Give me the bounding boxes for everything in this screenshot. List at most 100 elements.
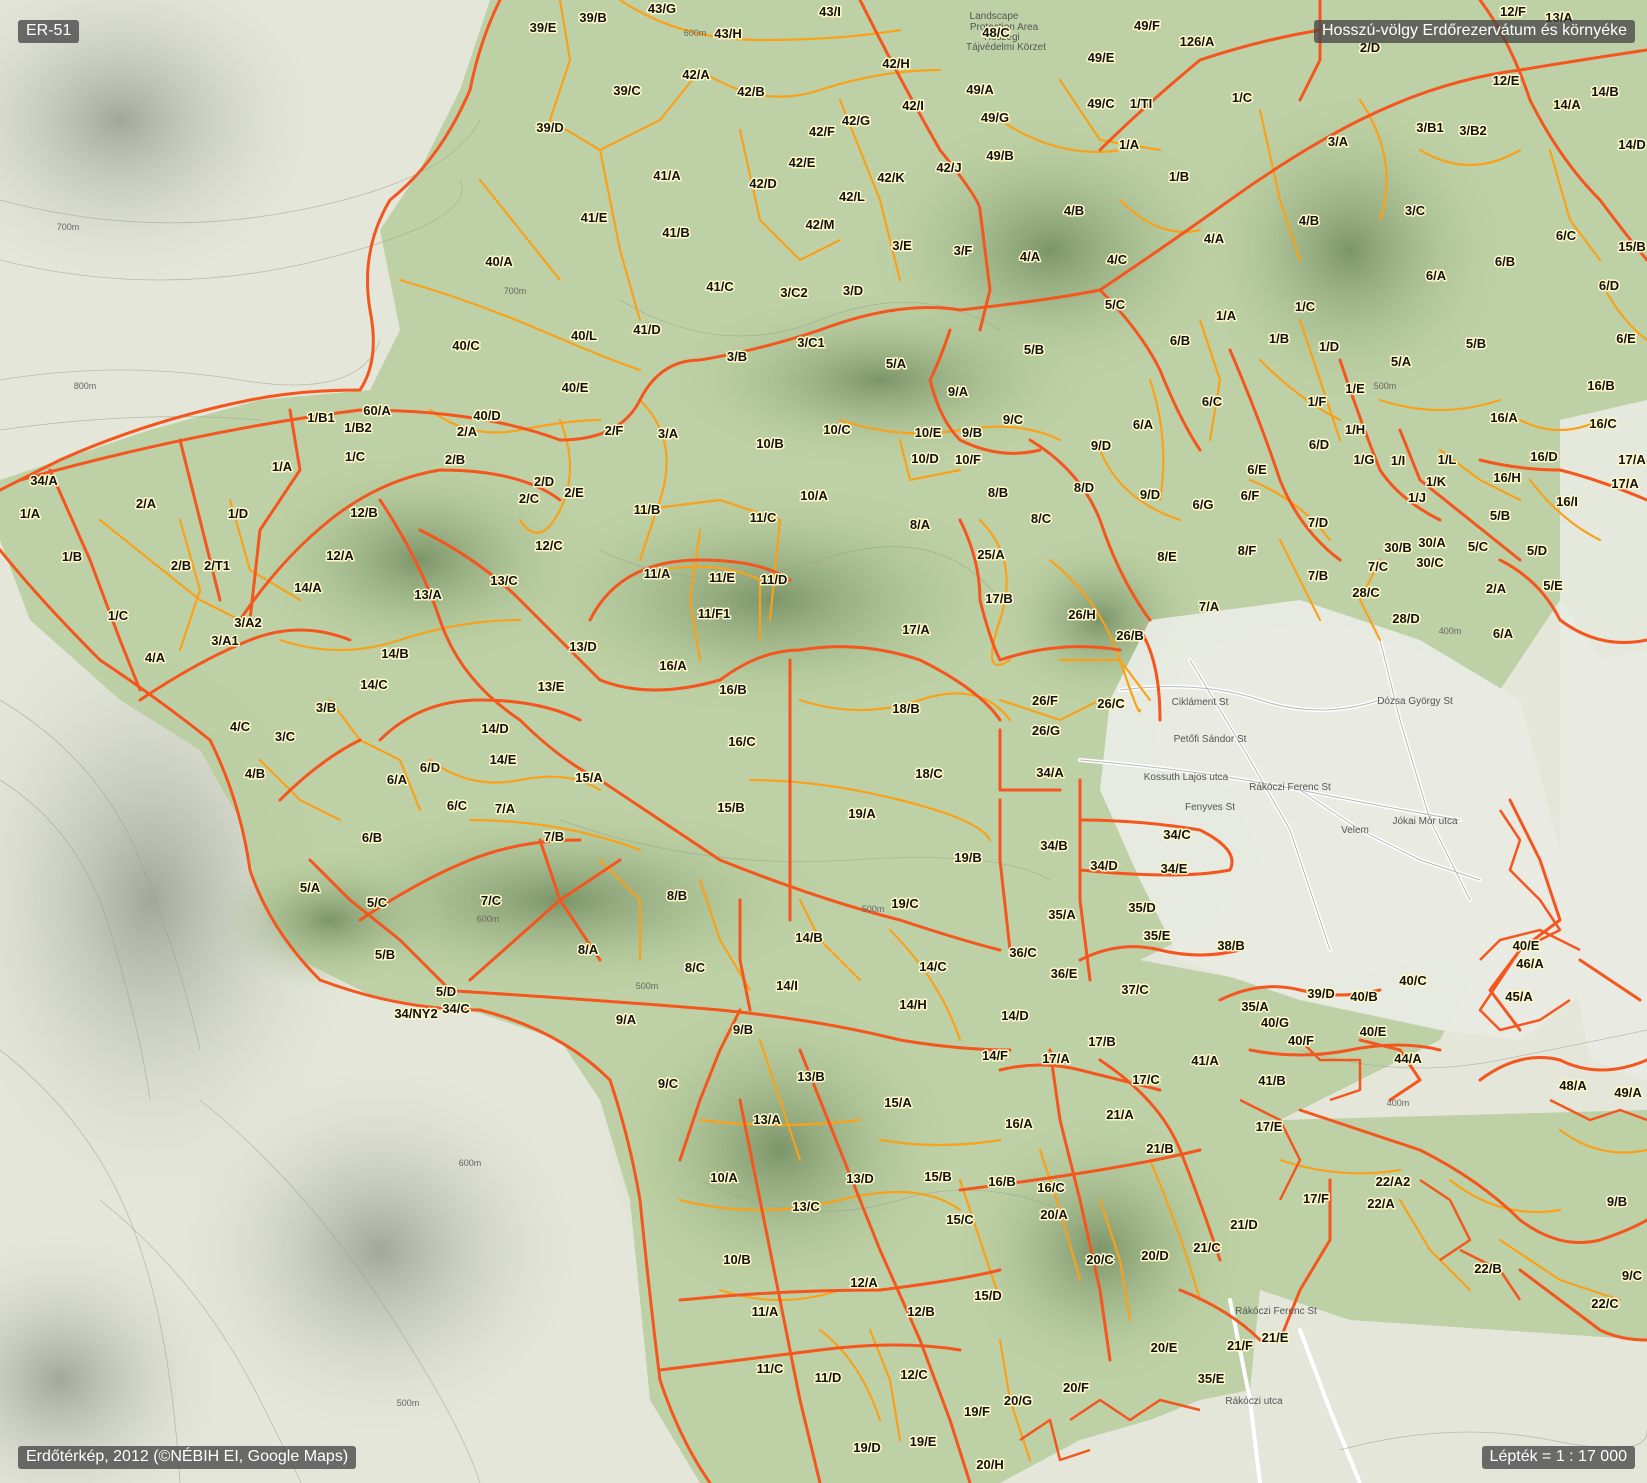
compartment-label[interactable]: 30/C [1415,554,1446,572]
compartment-label[interactable]: 12/B [906,1303,936,1321]
compartment-label[interactable]: 4/B [243,765,266,783]
compartment-label[interactable]: 21/B [1145,1140,1175,1158]
compartment-label[interactable]: 40/A [484,253,515,271]
compartment-label[interactable]: 8/A [908,516,932,534]
compartment-label[interactable]: 10/F [953,451,982,469]
compartment-label[interactable]: 14/C [359,676,390,694]
compartment-label[interactable]: 39/C [612,82,643,100]
compartment-label[interactable]: 26/H [1067,606,1097,624]
compartment-label[interactable]: 40/F [1286,1032,1315,1050]
compartment-label[interactable]: 6/E [1246,461,1269,479]
compartment-label[interactable]: 39/B [578,9,608,27]
compartment-label[interactable]: 16/B [987,1173,1017,1191]
compartment-label[interactable]: 10/D [910,450,940,468]
compartment-label[interactable]: 4/A [143,649,167,667]
compartment-label[interactable]: 6/B [1493,253,1516,271]
compartment-label[interactable]: 7/C [479,892,503,910]
compartment-label[interactable]: 14/B [794,929,824,947]
map-canvas[interactable]: 600m 700m 800m 700m 500m 400m 600m 500m 500m 400m… [0,0,1647,1483]
compartment-label[interactable]: 1/G [1352,451,1376,469]
compartment-label[interactable]: 36/C [1008,944,1039,962]
compartment-label[interactable]: 3/B1 [1415,119,1445,137]
compartment-label[interactable]: 4/C [1105,251,1129,269]
compartment-label[interactable]: 16/C [1036,1179,1067,1197]
compartment-label[interactable]: 40/E [560,379,590,397]
compartment-label[interactable]: 14/B [380,645,410,663]
compartment-label[interactable]: 8/B [986,484,1009,502]
compartment-label[interactable]: 14/D [480,720,510,738]
compartment-label[interactable]: 34/C [1162,826,1193,844]
compartment-label[interactable]: 1/K [1424,473,1448,491]
compartment-label[interactable]: 2/D [532,473,555,491]
compartment-label[interactable]: 5/C [1466,538,1490,556]
compartment-label[interactable]: 14/A [293,579,324,597]
compartment-label[interactable]: 6/A [385,771,409,789]
compartment-label[interactable]: 17/C [1131,1071,1162,1089]
compartment-label[interactable]: 16/A [1489,409,1520,427]
compartment-label[interactable]: 21/D [1229,1216,1259,1234]
compartment-label[interactable]: 3/B2 [1458,122,1488,140]
compartment-label[interactable]: 22/C [1590,1295,1621,1313]
compartment-label[interactable]: 6/D [1307,436,1330,454]
compartment-label[interactable]: 11/D [813,1369,843,1387]
compartment-label[interactable]: 6/G [1191,496,1215,514]
compartment-label[interactable]: 3/A1 [210,632,240,650]
compartment-label[interactable]: 10/A [709,1169,740,1187]
compartment-label[interactable]: 3/D [841,282,864,300]
compartment-label[interactable]: 2/B [169,557,192,575]
compartment-label[interactable]: 16/I [1555,493,1580,511]
compartment-label[interactable]: 1/H [1343,421,1366,439]
compartment-label[interactable]: 9/B [731,1021,754,1039]
compartment-label[interactable]: 35/A [1047,906,1078,924]
compartment-label[interactable]: 7/C [1366,558,1390,576]
compartment-label[interactable]: 26/G [1030,722,1061,740]
compartment-label[interactable]: 1/F [1306,393,1328,411]
compartment-label[interactable]: 11/A [750,1303,780,1321]
compartment-label[interactable]: 126/A [1178,33,1216,51]
compartment-label[interactable]: 19/C [890,895,921,913]
compartment-label[interactable]: 3/B [314,699,337,717]
compartment-label[interactable]: 22/A2 [1374,1173,1412,1191]
compartment-label[interactable]: 3/C [273,728,297,746]
compartment-label[interactable]: 2/B [443,451,466,469]
compartment-label[interactable]: 5/B [1022,341,1045,359]
compartment-label[interactable]: 42/B [736,83,766,101]
compartment-label[interactable]: 1/C [343,448,367,466]
compartment-label[interactable]: 16/B [1586,377,1616,395]
compartment-label[interactable]: 4/B [1062,202,1085,220]
compartment-label[interactable]: 5/B [373,946,396,964]
compartment-label[interactable]: 2/A [455,423,479,441]
compartment-label[interactable]: 2/C [517,490,541,508]
compartment-label[interactable]: 13/B [796,1068,826,1086]
compartment-label[interactable]: 34/B [1039,837,1069,855]
compartment-label[interactable]: 42/G [840,112,871,130]
compartment-label[interactable]: 12/F [1498,3,1527,21]
compartment-label[interactable]: 19/D [852,1439,882,1457]
compartment-label[interactable]: 21/F [1225,1337,1254,1355]
compartment-label[interactable]: 12/C [899,1366,930,1384]
compartment-label[interactable]: 5/D [434,983,457,1001]
compartment-label[interactable]: 6/A [1424,267,1448,285]
compartment-label[interactable]: 13/A [413,586,444,604]
compartment-label[interactable]: 8/E [1156,548,1179,566]
compartment-label[interactable]: 14/C [918,958,949,976]
compartment-label[interactable]: 10/E [913,424,943,442]
compartment-label[interactable]: 39/D [535,119,565,137]
compartment-label[interactable]: 1/B [1167,168,1190,186]
compartment-label[interactable]: 37/C [1120,981,1151,999]
compartment-label[interactable]: 13/D [845,1170,875,1188]
compartment-label[interactable]: 34/A [1035,764,1066,782]
compartment-label[interactable]: 1/C [1293,298,1317,316]
compartment-label[interactable]: 7/B [1306,567,1329,585]
compartment-label[interactable]: 7/A [1197,598,1221,616]
compartment-label[interactable]: 26/B [1115,627,1145,645]
compartment-label[interactable]: 9/D [1138,486,1161,504]
compartment-label[interactable]: 34/C [441,1000,472,1018]
compartment-label[interactable]: 4/B [1297,212,1320,230]
compartment-label[interactable]: 1/B [60,548,83,566]
compartment-label[interactable]: 19/F [962,1403,991,1421]
compartment-label[interactable]: 28/C [1351,584,1382,602]
compartment-label[interactable]: 5/E [1542,577,1565,595]
compartment-label[interactable]: 7/D [1306,514,1329,532]
compartment-label[interactable]: 20/A [1039,1206,1070,1224]
